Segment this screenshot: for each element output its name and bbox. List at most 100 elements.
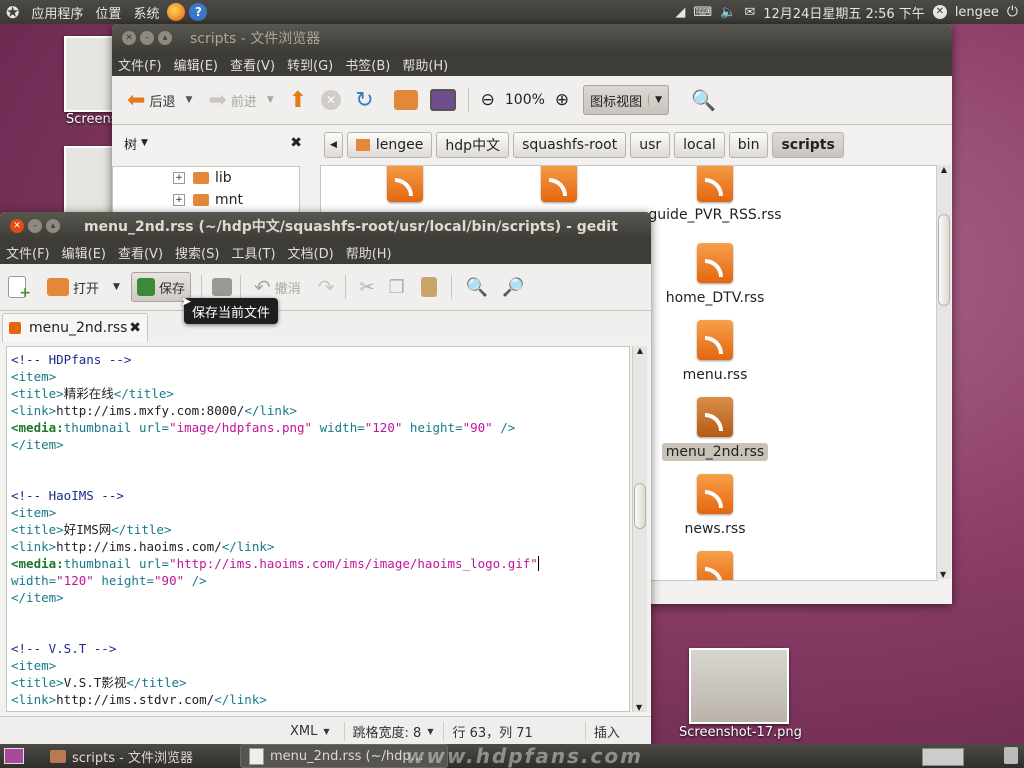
menu-view[interactable]: 查看(V): [224, 55, 281, 74]
chevron-down-icon[interactable]: ▼: [113, 282, 120, 292]
close-tab-icon[interactable]: ✖: [129, 320, 141, 336]
menu-help[interactable]: 帮助(H): [340, 243, 398, 262]
scroll-down-icon[interactable]: ▼: [940, 570, 946, 579]
open-button[interactable]: 打开 ▼: [42, 273, 125, 301]
tab-document[interactable]: menu_2nd.rss ✖: [2, 313, 148, 342]
rss-file-icon[interactable]: [541, 166, 577, 202]
file-browser-titlebar[interactable]: ✕ – ▴ scripts - 文件浏览器: [112, 24, 952, 52]
file-item[interactable]: menu.rss: [655, 320, 775, 384]
tab-width-select[interactable]: 跳格宽度: 8 ▼: [343, 721, 433, 741]
view-mode-select[interactable]: 图标视图 ▼: [583, 85, 670, 115]
reload-icon[interactable]: ↻: [355, 88, 373, 113]
language-select[interactable]: XML ▼: [290, 724, 330, 739]
chevron-down-icon[interactable]: ▼: [185, 95, 192, 105]
path-crumb[interactable]: local: [674, 132, 725, 158]
menu-edit[interactable]: 编辑(E): [56, 243, 112, 262]
rss-file-icon[interactable]: [697, 551, 733, 580]
expander-icon[interactable]: +: [173, 194, 185, 206]
menu-view[interactable]: 查看(V): [112, 243, 169, 262]
path-scroll-left[interactable]: ◀: [324, 132, 343, 158]
menu-documents[interactable]: 文档(D): [282, 243, 340, 262]
user-name[interactable]: lengee: [955, 5, 999, 20]
menu-tools[interactable]: 工具(T): [225, 243, 281, 262]
close-icon[interactable]: ✕: [10, 219, 24, 233]
path-crumb[interactable]: usr: [630, 132, 671, 158]
trash-icon[interactable]: [1004, 747, 1018, 764]
icon-view-scrollbar[interactable]: ▲ ▼: [936, 165, 951, 579]
scrollbar-thumb[interactable]: [938, 214, 950, 306]
menu-file[interactable]: 文件(F): [0, 243, 56, 262]
desktop-screenshot-thumb-bottom[interactable]: [689, 648, 789, 724]
close-sidebar-icon[interactable]: ✖: [290, 135, 302, 151]
show-desktop-icon[interactable]: [4, 748, 24, 764]
file-item-selected[interactable]: menu_2nd.rss: [655, 397, 775, 461]
taskbar-item-file-browser[interactable]: scripts - 文件浏览器: [42, 745, 228, 767]
print-icon[interactable]: [211, 278, 232, 296]
user-icon[interactable]: ✕: [932, 5, 947, 19]
editor-scrollbar[interactable]: ▲ ▼: [632, 346, 647, 712]
code-area[interactable]: <!-- HDPfans --> <item> <title>精彩在线</tit…: [11, 351, 629, 708]
copy-icon[interactable]: ❐: [389, 277, 405, 298]
maximize-icon[interactable]: ▴: [158, 31, 172, 45]
close-icon[interactable]: ✕: [122, 31, 136, 45]
desktop-screenshot-thumb-top[interactable]: [64, 36, 114, 112]
file-item[interactable]: home_DTV.rss: [655, 243, 775, 307]
file-item[interactable]: news.rss: [655, 474, 775, 538]
maximize-icon[interactable]: ▴: [46, 219, 60, 233]
desktop-screenshot-thumb-mid[interactable]: [64, 146, 114, 220]
power-icon[interactable]: ⏻: [1007, 4, 1018, 20]
places-menu[interactable]: 位置: [89, 3, 127, 22]
firefox-icon[interactable]: [167, 3, 186, 21]
cut-icon[interactable]: ✂: [360, 277, 375, 298]
menu-search[interactable]: 搜索(S): [169, 243, 225, 262]
new-document-icon[interactable]: +: [8, 276, 31, 301]
sidebar-title[interactable]: 树: [124, 134, 137, 153]
scroll-up-icon[interactable]: ▲: [937, 165, 951, 174]
search-icon[interactable]: 🔍: [691, 88, 716, 112]
gedit-titlebar[interactable]: ✕ – ▴ menu_2nd.rss (~/hdp中文/squashfs-roo…: [0, 212, 651, 240]
scroll-up-icon[interactable]: ▲: [633, 346, 647, 355]
tree-row[interactable]: + lib: [113, 167, 299, 189]
scroll-down-icon[interactable]: ▼: [636, 703, 642, 712]
rss-file-icon[interactable]: [387, 166, 423, 202]
menu-go[interactable]: 转到(G): [281, 55, 339, 74]
applications-menu[interactable]: 应用程序: [25, 3, 89, 22]
path-crumb-current[interactable]: scripts: [772, 132, 844, 158]
text-editor[interactable]: <!-- HDPfans --> <item> <title>精彩在线</tit…: [6, 346, 630, 712]
paste-icon[interactable]: [420, 277, 437, 297]
minimize-icon[interactable]: –: [28, 219, 42, 233]
forward-button[interactable]: ➡ 前进 ▼: [203, 86, 278, 114]
expander-icon[interactable]: +: [173, 172, 185, 184]
system-menu[interactable]: 系统: [127, 3, 165, 22]
scrollbar-thumb[interactable]: [634, 483, 646, 529]
workspace-switcher[interactable]: [922, 748, 964, 766]
menu-edit[interactable]: 编辑(E): [168, 55, 224, 74]
volume-icon[interactable]: 🔈: [720, 5, 736, 20]
desktop-icon-label-top[interactable]: Screens: [66, 112, 117, 127]
menu-file[interactable]: 文件(F): [112, 55, 168, 74]
zoom-in-icon[interactable]: ⊕: [555, 90, 569, 110]
clock[interactable]: 12月24日星期五 2:56 下午: [763, 3, 925, 22]
search-icon[interactable]: 🔍: [466, 277, 488, 298]
menu-help[interactable]: 帮助(H): [396, 55, 454, 74]
computer-icon[interactable]: [429, 89, 456, 111]
replace-icon[interactable]: 🔎: [502, 277, 524, 298]
home-folder-icon[interactable]: [393, 90, 418, 110]
stop-icon[interactable]: ✕: [321, 90, 342, 110]
chevron-down-icon[interactable]: ▼: [267, 95, 274, 105]
undo-button[interactable]: ↶ 撤消: [249, 273, 306, 301]
desktop-icon-label-bottom[interactable]: Screenshot-17.png: [679, 725, 802, 740]
minimize-icon[interactable]: –: [140, 31, 154, 45]
zoom-out-icon[interactable]: ⊖: [481, 90, 495, 110]
menu-bookmarks[interactable]: 书签(B): [339, 55, 396, 74]
network-icon[interactable]: ◢: [675, 5, 685, 20]
path-crumb[interactable]: hdp中文: [436, 132, 510, 158]
up-icon[interactable]: ⬆: [289, 88, 307, 113]
back-button[interactable]: ⬅ 后退 ▼: [122, 86, 197, 114]
keyboard-icon[interactable]: ⌨: [693, 5, 712, 20]
redo-icon[interactable]: ↷: [318, 275, 335, 299]
help-icon[interactable]: ?: [189, 3, 208, 21]
path-crumb[interactable]: bin: [728, 132, 769, 158]
path-crumb[interactable]: squashfs-root: [513, 132, 627, 158]
tree-row[interactable]: + mnt: [113, 189, 299, 211]
